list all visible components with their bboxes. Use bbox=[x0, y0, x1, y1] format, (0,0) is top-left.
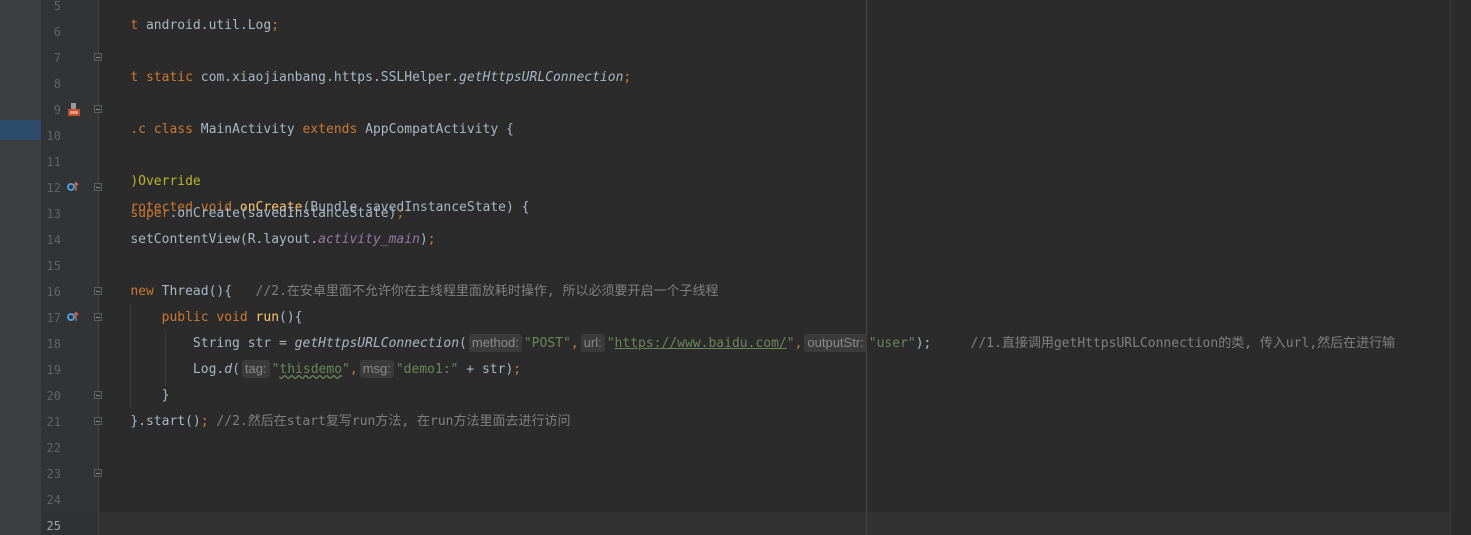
line-number: 6 bbox=[53, 25, 61, 39]
token: + str) bbox=[458, 362, 514, 377]
token: t static bbox=[130, 70, 201, 85]
token: d bbox=[224, 362, 233, 377]
token: ; bbox=[623, 70, 632, 85]
code-line-17[interactable]: public void run(){ bbox=[99, 308, 303, 328]
token: } bbox=[161, 388, 170, 403]
token: public void bbox=[161, 310, 256, 325]
line-number: 23 bbox=[46, 467, 61, 481]
token: super bbox=[130, 206, 170, 221]
token: .onCreate(savedInstanceState) bbox=[169, 206, 397, 221]
code-line-5[interactable]: t android.util.Log; bbox=[99, 0, 279, 33]
token: ; bbox=[427, 232, 436, 247]
parameter-hint: url: bbox=[580, 334, 605, 352]
string-literal: "demo1:" bbox=[395, 362, 459, 377]
token: MainActivity bbox=[200, 122, 303, 137]
code-line-16[interactable]: new Thread(){ //2.在安卓里面不允许你在主线程里面放耗时操作, … bbox=[99, 282, 719, 302]
fold-marker-icon[interactable] bbox=[94, 469, 102, 477]
string-literal: " bbox=[606, 336, 615, 351]
project-panel-strip[interactable] bbox=[0, 0, 41, 535]
vertical-scrollbar[interactable] bbox=[1450, 0, 1471, 535]
token: t bbox=[130, 18, 146, 33]
line-number: 18 bbox=[46, 337, 61, 351]
line-number: 17 bbox=[46, 311, 61, 325]
string-literal: "user" bbox=[868, 336, 916, 351]
parameter-hint: method: bbox=[468, 334, 522, 352]
line-number: 14 bbox=[46, 233, 61, 247]
url-link[interactable]: https://www.baidu.com/ bbox=[615, 336, 787, 351]
line-number: 15 bbox=[46, 259, 61, 273]
token: ; bbox=[513, 362, 522, 377]
editor-window: 5 6 7 8 9 10 11 12 13 14 15 16 17 18 19 20 21 22 23 24 25 t … bbox=[0, 0, 1471, 535]
code-line-19[interactable]: Log.d(tag: "thisdemo", msg: "demo1:" + str)… bbox=[99, 360, 521, 380]
parameter-hint: msg: bbox=[359, 360, 394, 378]
line-number: 21 bbox=[46, 415, 61, 429]
right-margin-guide bbox=[866, 0, 867, 535]
token: String str = bbox=[192, 336, 295, 351]
token: , bbox=[794, 336, 803, 351]
code-line-12[interactable]: rotected void onCreate(Bundle savedInsta… bbox=[99, 178, 529, 215]
code-line-18[interactable]: String str = getHttpsURLConnection(metho… bbox=[99, 334, 1395, 354]
token: activity_main bbox=[318, 232, 420, 247]
token: getHttpsURLConnection bbox=[294, 336, 460, 351]
parameter-hint: tag: bbox=[241, 360, 270, 378]
line-number: 13 bbox=[46, 207, 61, 221]
token: com.xiaojianbang.https.SSLHelper. bbox=[200, 70, 460, 85]
code-line-14[interactable]: setContentView(R.layout.activity_main); bbox=[99, 230, 436, 250]
comment: //2.在安卓里面不允许你在主线程里面放耗时操作, 所以必须要开启一个子线程 bbox=[255, 284, 719, 299]
string-literal: thisdemo bbox=[279, 362, 343, 377]
line-number: 5 bbox=[53, 0, 61, 13]
token: Log. bbox=[192, 362, 225, 377]
token: .c class bbox=[130, 122, 201, 137]
token: (){ bbox=[279, 310, 303, 325]
code-line-9[interactable]: .c class MainActivity extends AppCompatA… bbox=[99, 100, 514, 137]
line-number: 19 bbox=[46, 363, 61, 377]
line-number: 20 bbox=[46, 389, 61, 403]
token: ( bbox=[232, 362, 240, 377]
line-number: 25 bbox=[46, 519, 61, 533]
token: Thread(){ bbox=[161, 284, 256, 299]
code-line-21[interactable]: }.start(); //2.然后在start复写run方法, 在run方法里面… bbox=[99, 412, 570, 432]
token: , bbox=[349, 362, 358, 377]
token: ); bbox=[915, 336, 971, 351]
code-line-13[interactable]: super.onCreate(savedInstanceState); bbox=[99, 204, 404, 224]
line-number: 16 bbox=[46, 285, 61, 299]
token: android.util.Log bbox=[145, 18, 272, 33]
token: getHttpsURLConnection bbox=[459, 70, 624, 85]
parameter-hint: outputStr: bbox=[804, 334, 867, 352]
comment: //2.然后在start复写run方法, 在run方法里面去进行访问 bbox=[216, 414, 571, 429]
token: new bbox=[130, 284, 162, 299]
run-class-icon[interactable] bbox=[67, 103, 81, 117]
line-number: 12 bbox=[46, 181, 61, 195]
token: setContentView(R.layout. bbox=[130, 232, 319, 247]
line-number: 7 bbox=[53, 51, 61, 65]
override-method-icon[interactable] bbox=[67, 181, 79, 193]
token: ( bbox=[459, 336, 467, 351]
comment: //1.直接调用getHttpsURLConnection的类, 传入url,然… bbox=[970, 336, 1396, 351]
token: AppCompatActivity { bbox=[365, 122, 514, 137]
token: ; bbox=[396, 206, 405, 221]
line-number: 9 bbox=[53, 103, 61, 117]
token: extends bbox=[302, 122, 366, 137]
string-literal: " bbox=[342, 362, 350, 377]
code-line-7[interactable]: t static com.xiaojianbang.https.SSLHelpe… bbox=[99, 48, 631, 85]
string-literal: "POST" bbox=[523, 336, 571, 351]
token: ; bbox=[200, 414, 217, 429]
token: , bbox=[570, 336, 579, 351]
line-number: 22 bbox=[46, 441, 61, 455]
current-line-highlight bbox=[98, 512, 1450, 535]
token: ; bbox=[271, 18, 280, 33]
override-method-icon[interactable] bbox=[67, 311, 79, 323]
line-number: 24 bbox=[46, 493, 61, 507]
code-line-11[interactable]: )Override bbox=[99, 152, 200, 189]
token: ) bbox=[419, 232, 428, 247]
code-line-20[interactable]: } bbox=[99, 386, 170, 406]
line-number: 11 bbox=[46, 155, 61, 169]
token: }.start() bbox=[130, 414, 201, 429]
line-number: 8 bbox=[53, 77, 61, 91]
line-number: 10 bbox=[46, 129, 61, 143]
string-literal: " bbox=[786, 336, 795, 351]
project-panel-selection bbox=[0, 120, 41, 140]
token: run bbox=[255, 310, 280, 325]
